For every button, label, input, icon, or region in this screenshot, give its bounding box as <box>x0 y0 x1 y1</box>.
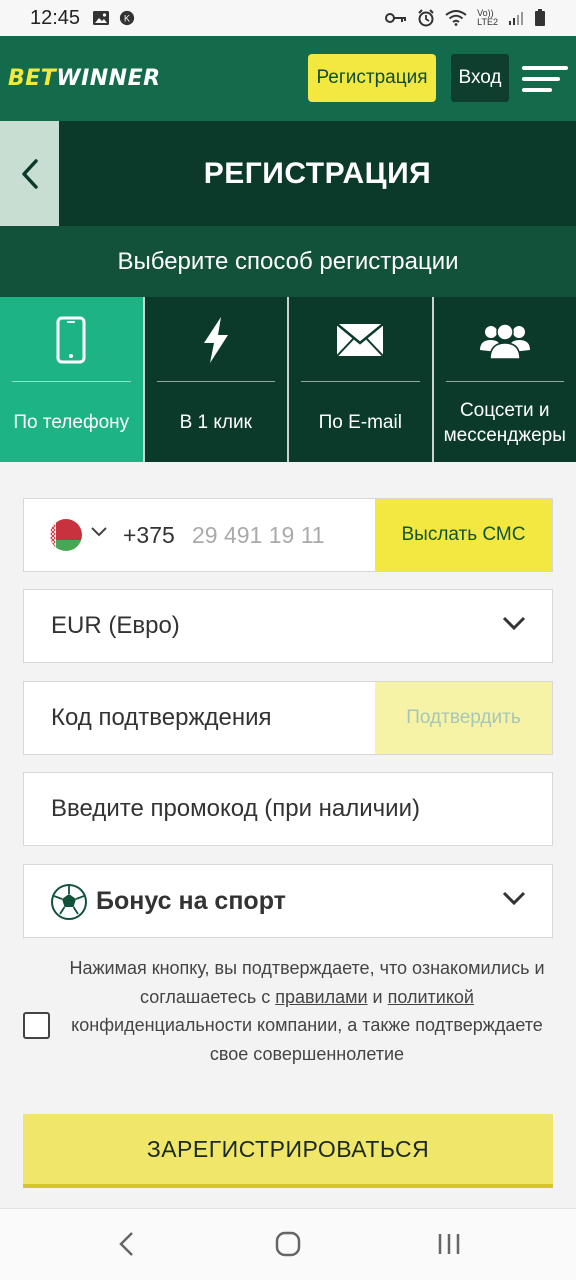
tab-social-label: Соцсети и мессенджеры <box>443 399 566 446</box>
soccer-ball-icon <box>51 884 87 920</box>
key-icon <box>385 13 407 23</box>
phone-icon <box>56 316 86 364</box>
users-icon <box>479 323 530 360</box>
status-time: 12:45 <box>30 6 81 29</box>
promo-code-input[interactable]: Введите промокод (при наличии) <box>23 772 553 846</box>
bonus-value: Бонус на спорт <box>96 886 286 915</box>
agreement-text-part3: конфиденциальности компании, а также под… <box>71 1015 543 1064</box>
logo-part-winner: WINNER <box>56 66 161 91</box>
status-bar: 12:45 K Vo)) LTE2 <box>0 0 576 36</box>
header-register-button[interactable]: Регистрация <box>308 54 436 102</box>
network-type-label: Vo)) LTE2 <box>477 9 498 27</box>
belarus-flag-icon[interactable] <box>50 519 82 551</box>
currency-select[interactable]: EUR (Евро) <box>23 589 553 663</box>
promo-code-placeholder: Введите промокод (при наличии) <box>51 795 420 822</box>
hamburger-menu-icon[interactable] <box>522 66 568 92</box>
app-badge-icon: K <box>119 10 135 26</box>
chevron-down-icon <box>502 616 526 631</box>
currency-value: EUR (Евро) <box>51 612 180 639</box>
nav-recents-icon[interactable] <box>437 1231 461 1257</box>
title-bar: РЕГИСТРАЦИЯ <box>0 121 576 226</box>
registration-method-tabs: По телефону В 1 клик По E-mail Соцсети и… <box>0 297 576 462</box>
network-label-bottom: LTE2 <box>477 17 498 27</box>
signal-icon <box>509 12 523 25</box>
agree-checkbox[interactable] <box>23 1012 50 1039</box>
svg-text:K: K <box>124 14 130 24</box>
register-button[interactable]: ЗАРЕГИСТРИРОВАТЬСЯ <box>23 1114 553 1188</box>
tab-email[interactable]: По E-mail <box>289 297 434 462</box>
lightning-icon <box>203 317 228 363</box>
confirm-code-button[interactable]: Подтвердить <box>375 682 552 754</box>
tab-one-click-label: В 1 клик <box>179 412 252 433</box>
page-title: РЕГИСТРАЦИЯ <box>203 156 432 190</box>
bonus-select[interactable]: Бонус на спорт <box>23 864 553 938</box>
confirmation-code-field: Код подтверждения Подтвердить <box>23 681 553 755</box>
registration-method-heading: Выберите способ регистрации <box>0 226 576 297</box>
app-header: BET WINNER Регистрация Вход <box>0 36 576 121</box>
logo-part-bet: BET <box>8 66 57 91</box>
tab-one-click[interactable]: В 1 клик <box>145 297 289 462</box>
rules-link[interactable]: правилами <box>275 987 367 1007</box>
tab-email-label: По E-mail <box>318 412 402 433</box>
betwinner-logo[interactable]: BET WINNER <box>8 66 161 91</box>
chevron-down-icon <box>502 891 526 906</box>
alarm-icon <box>418 9 434 27</box>
tab-social[interactable]: Соцсети и мессенджеры <box>434 297 576 462</box>
phone-country-code: +375 <box>123 521 175 548</box>
phone-field: +375 29 491 19 11 Выслать СМС <box>23 498 553 572</box>
envelope-icon <box>336 323 385 357</box>
nav-home-icon[interactable] <box>275 1231 301 1257</box>
send-sms-button[interactable]: Выслать СМС <box>375 499 552 571</box>
header-login-button[interactable]: Вход <box>451 54 509 102</box>
gallery-icon <box>93 11 110 25</box>
nav-back-icon[interactable] <box>118 1231 136 1257</box>
agreement-text-part2: и <box>367 986 388 1007</box>
tab-phone-label: По телефону <box>13 412 130 433</box>
confirmation-code-input[interactable]: Код подтверждения <box>51 682 272 754</box>
system-navigation-bar <box>0 1208 576 1280</box>
back-button[interactable] <box>0 121 59 226</box>
agreement-text: Нажимая кнопку, вы подтверждаете, что оз… <box>58 954 556 1068</box>
wifi-icon <box>445 10 467 26</box>
chevron-left-icon <box>21 158 38 189</box>
registration-form: +375 29 491 19 11 Выслать СМС EUR (Евро)… <box>0 462 576 1208</box>
country-chevron-down-icon[interactable] <box>91 527 107 537</box>
policy-link[interactable]: политикой <box>388 987 474 1007</box>
tab-phone[interactable]: По телефону <box>0 297 145 462</box>
phone-input[interactable]: 29 491 19 11 <box>192 499 325 571</box>
battery-icon <box>535 9 545 26</box>
